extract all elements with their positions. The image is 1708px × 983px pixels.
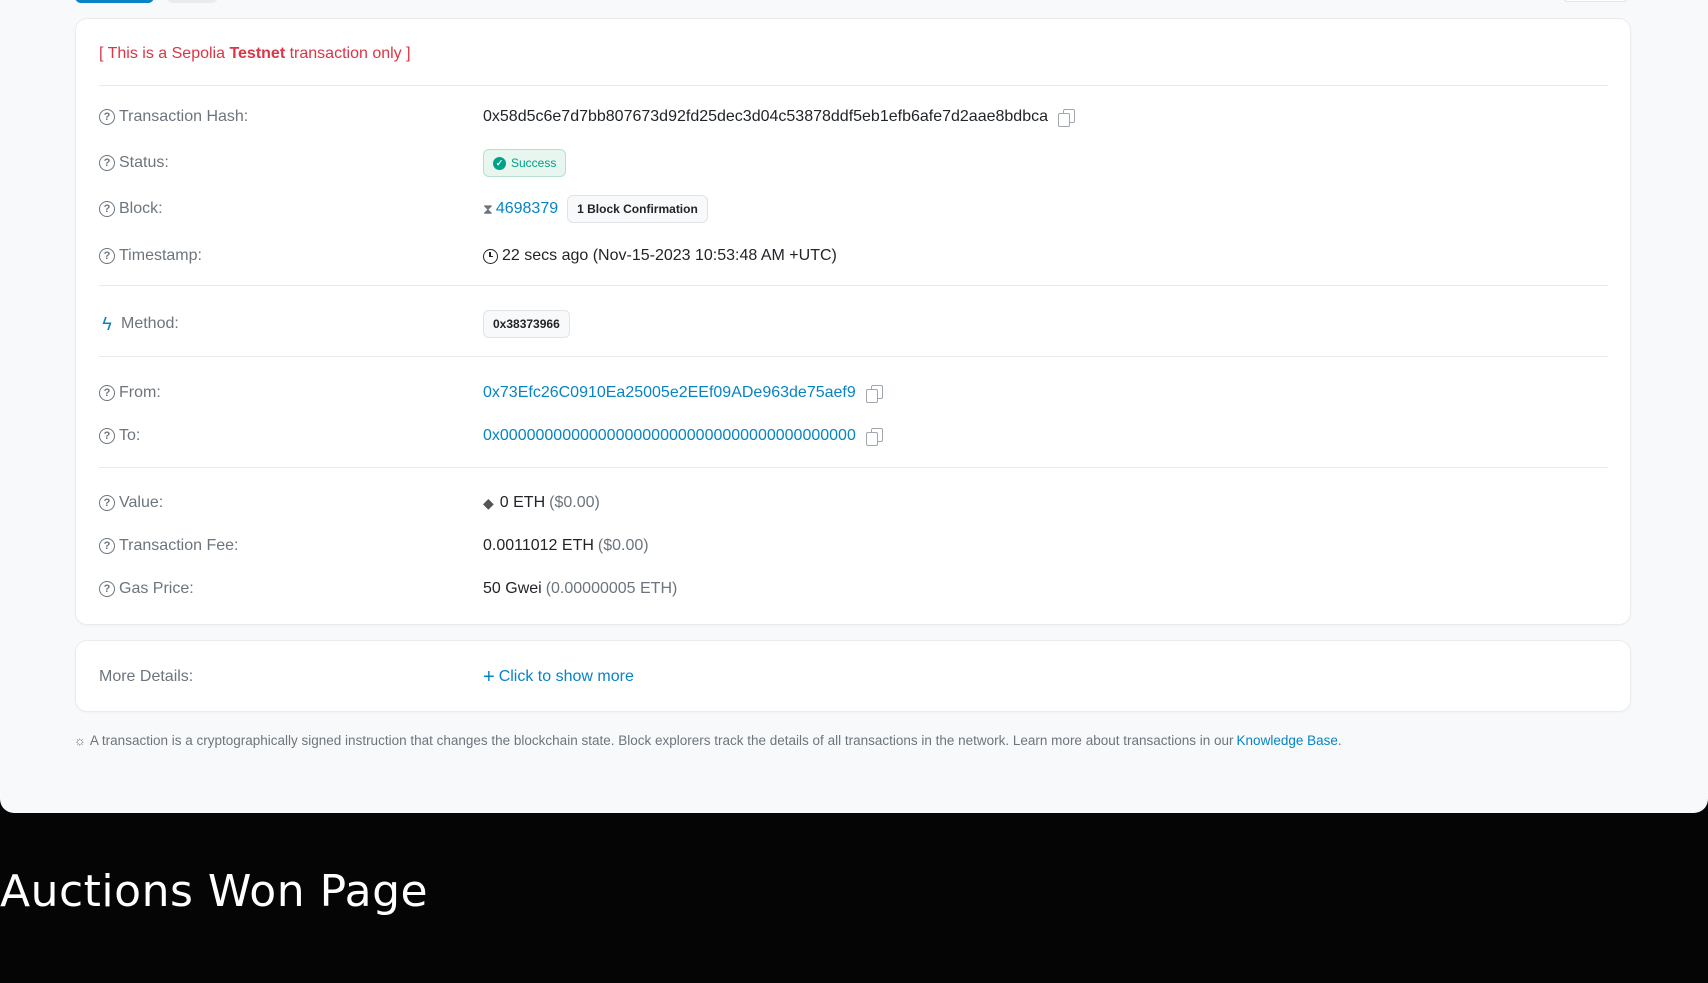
plus-icon[interactable]: + [483,667,495,687]
label-timestamp: Timestamp: [119,247,202,264]
toolbar-button-remnant[interactable] [1562,0,1629,2]
timestamp-value: 22 secs ago (Nov-15-2023 10:53:48 AM +UT… [502,247,837,264]
row-status: ? Status: ✓ Success [99,149,1608,177]
label-block: Block: [119,200,163,217]
label-more-details: More Details: [99,668,194,685]
label-status: Status: [119,154,169,171]
value-usd: ($0.00) [549,494,600,511]
block-confirmation-badge: 1 Block Confirmation [567,195,708,223]
row-value: ? Value: ◆ 0 ETH ($0.00) [99,491,1608,515]
label-value: Value: [119,494,164,511]
ethereum-icon: ◆ [483,494,494,511]
slide-caption: Auctions Won Page [0,866,429,917]
hourglass-icon: ⧗ [483,200,493,217]
question-circle-icon[interactable]: ? [99,155,115,171]
label-method: Method: [121,315,179,332]
lightbulb-icon: ☼ [74,733,86,748]
fee-amount: 0.0011012 ETH [483,537,594,554]
row-block: ? Block: ⧗ 4698379 1 Block Confirmation [99,195,1608,223]
question-circle-icon[interactable]: ? [99,109,115,125]
row-method: ϟ Method: 0x38373966 [99,310,1608,338]
question-circle-icon[interactable]: ? [99,428,115,444]
gas-eth: (0.00000005 ETH) [545,580,678,597]
block-number-link[interactable]: 4698379 [496,200,558,218]
footnote: ☼ A transaction is a cryptographically s… [74,733,1342,748]
row-timestamp: ? Timestamp: 22 secs ago (Nov-15-2023 10:… [99,244,1608,268]
divider [99,285,1608,286]
divider [99,356,1608,357]
check-circle-icon: ✓ [493,156,506,170]
divider [99,467,1608,468]
show-more-link[interactable]: + Click to show more [483,667,634,687]
copy-icon[interactable] [865,428,883,446]
question-circle-icon[interactable]: ? [99,385,115,401]
transaction-details-card: [ This is a Sepolia Testnet transaction … [75,18,1631,625]
testnet-notice: [ This is a Sepolia Testnet transaction … [99,45,411,62]
more-details-card: More Details: + Click to show more [75,640,1631,712]
explorer-screenshot: [ This is a Sepolia Testnet transaction … [0,0,1708,813]
label-transaction-fee: Transaction Fee: [119,537,239,554]
label-gas-price: Gas Price: [119,580,194,597]
label-to: To: [119,427,141,444]
row-from: ? From: 0x73Efc26C0910Ea25005e2EEf09ADe96… [99,381,1608,405]
question-circle-icon[interactable]: ? [99,248,115,264]
copy-icon[interactable] [865,385,883,403]
question-circle-icon[interactable]: ? [99,201,115,217]
status-badge: ✓ Success [483,149,567,177]
row-transaction-fee: ? Transaction Fee: 0.0011012 ETH ($0.00) [99,534,1608,558]
from-address-link[interactable]: 0x73Efc26C0910Ea25005e2EEf09ADe963de75ae… [483,384,856,402]
lightning-icon: ϟ [102,313,112,334]
transaction-hash-value: 0x58d5c6e7d7bb807673d92fd25dec3d04c53878… [483,108,1048,125]
copy-icon[interactable] [1058,109,1075,127]
question-circle-icon[interactable]: ? [99,495,115,511]
fee-usd: ($0.00) [597,537,649,554]
method-badge: 0x38373966 [483,310,570,338]
knowledge-base-link[interactable]: Knowledge Base [1237,733,1338,748]
footnote-text: A transaction is a cryptographically sig… [89,733,1234,748]
to-address-link[interactable]: 0x00000000000000000000000000000000000000… [483,427,856,445]
question-circle-icon[interactable]: ? [99,538,115,554]
row-to: ? To: 0x000000000000000000000000000000000… [99,424,1608,448]
question-circle-icon[interactable]: ? [99,581,115,597]
label-transaction-hash: Transaction Hash: [119,108,249,125]
row-transaction-hash: ? Transaction Hash: 0x58d5c6e7d7bb807673d… [99,105,1608,129]
gas-amount: 50 Gwei [483,580,542,597]
tab-active-remnant[interactable] [75,0,154,3]
divider [99,85,1608,86]
row-more-details: More Details: + Click to show more [99,665,1608,689]
tab-inactive-remnant[interactable] [167,0,218,3]
clock-icon [483,248,498,264]
row-gas-price: ? Gas Price: 50 Gwei (0.00000005 ETH) [99,577,1608,601]
label-from: From: [119,384,161,401]
value-amount: 0 ETH [499,494,546,511]
